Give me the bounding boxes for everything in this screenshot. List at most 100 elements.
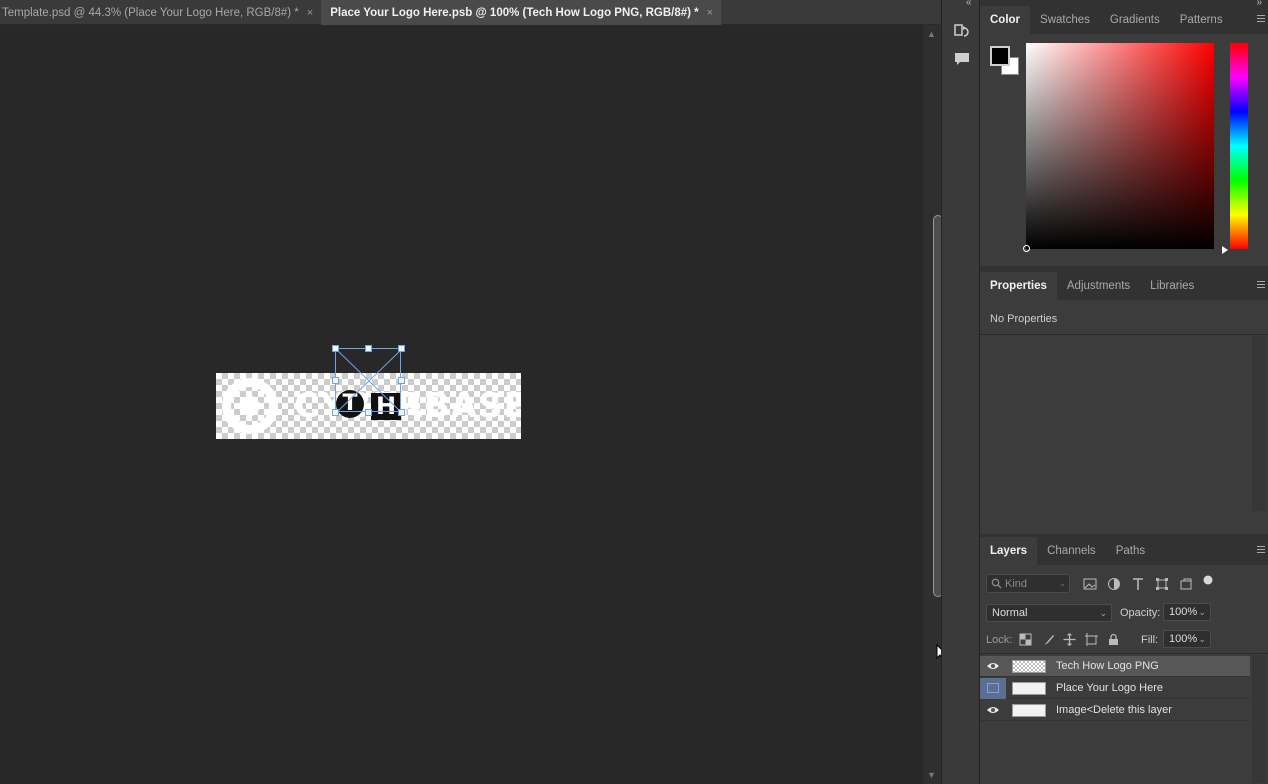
visibility-off-icon	[987, 683, 999, 693]
transform-handle-left[interactable]	[332, 377, 339, 384]
color-picker-field[interactable]	[1023, 43, 1214, 252]
opacity-value: 100%	[1169, 606, 1198, 618]
transform-handle-bottom-right[interactable]	[398, 409, 405, 416]
layers-scrollbar[interactable]	[1252, 655, 1266, 783]
tab-paths[interactable]: Paths	[1106, 537, 1155, 565]
lock-all-icon[interactable]	[1107, 633, 1120, 646]
foreground-color-swatch[interactable]	[990, 46, 1010, 66]
layer-filter-kind-select[interactable]: Kind ⌄	[986, 574, 1070, 593]
chevron-down-icon[interactable]: ⌄	[1198, 634, 1206, 645]
ghost-logo-text: CYBERBASE	[294, 386, 521, 426]
eye-icon	[987, 663, 999, 669]
properties-scrollbar[interactable]	[1252, 336, 1266, 511]
eye-icon	[987, 707, 999, 713]
history-icon[interactable]	[951, 20, 973, 42]
tab-label: Template.psd @ 44.3% (Place Your Logo He…	[2, 6, 299, 19]
shape-layer-filter-icon[interactable]	[1155, 577, 1169, 591]
lock-artboard-icon[interactable]	[1085, 633, 1098, 646]
transform-bounding-box[interactable]	[332, 345, 405, 416]
tab-gradients[interactable]: Gradients	[1100, 6, 1170, 34]
layers-panel-tabs: Layers Channels Paths	[980, 537, 1268, 565]
tab-label: Place Your Logo Here.psb @ 100% (Tech Ho…	[330, 6, 699, 19]
close-icon[interactable]: ×	[307, 7, 313, 19]
tab-channels[interactable]: Channels	[1037, 537, 1106, 565]
blend-mode-value: Normal	[992, 607, 1028, 619]
transform-handle-top-right[interactable]	[398, 345, 405, 352]
type-layer-filter-icon[interactable]	[1131, 577, 1145, 591]
smart-object-filter-icon[interactable]	[1179, 577, 1193, 591]
layer-name: Place Your Logo Here	[1056, 682, 1164, 694]
transform-handle-right[interactable]	[398, 377, 405, 384]
layer-visibility-toggle[interactable]	[980, 700, 1006, 721]
tab-swatches[interactable]: Swatches	[1030, 6, 1100, 34]
opacity-label: Opacity:	[1120, 607, 1161, 619]
fill-input[interactable]: 100% ⌄	[1163, 630, 1211, 648]
document-tab-bar: Template.psd @ 44.3% (Place Your Logo He…	[0, 0, 942, 25]
comments-icon[interactable]	[951, 48, 973, 70]
lock-position-icon[interactable]	[1063, 633, 1076, 646]
tab-template-psd[interactable]: Template.psd @ 44.3% (Place Your Logo He…	[0, 0, 321, 25]
layer-thumbnail	[1012, 681, 1046, 695]
panel-menu-icon[interactable]	[1257, 15, 1265, 23]
tab-layers[interactable]: Layers	[980, 537, 1038, 565]
search-icon	[991, 578, 1002, 589]
chevron-down-icon: ⌄	[1059, 579, 1066, 588]
divider	[980, 334, 1268, 335]
transform-handle-top-left[interactable]	[332, 345, 339, 352]
transform-handle-top[interactable]	[365, 345, 372, 352]
canvas-vertical-scrollbar[interactable]: ▲ ▼	[923, 25, 943, 784]
layer-name: Image<Delete this layer	[1056, 704, 1172, 716]
filter-kind-label: Kind	[1005, 577, 1028, 590]
layer-name: Tech How Logo PNG	[1056, 660, 1159, 672]
transform-handle-bottom[interactable]	[365, 409, 372, 416]
lock-label: Lock:	[986, 634, 1013, 646]
opacity-input[interactable]: 100% ⌄	[1163, 603, 1211, 621]
tab-adjustments[interactable]: Adjustments	[1057, 272, 1140, 300]
close-icon[interactable]: ×	[707, 7, 713, 19]
layer-row-place-your-logo-here[interactable]: Place Your Logo Here	[980, 677, 1250, 699]
divider	[980, 653, 1268, 654]
layers-panel: Layers Channels Paths Kind ⌄ Normal ⌄ Op…	[980, 537, 1268, 784]
lock-transparent-pixels-icon[interactable]	[1019, 633, 1032, 646]
collapse-left-icon[interactable]: «	[966, 0, 972, 8]
properties-panel-tabs: Properties Adjustments Libraries	[980, 272, 1268, 300]
chevron-down-icon[interactable]: ⌄	[1198, 607, 1206, 618]
pixel-layer-filter-icon[interactable]	[1083, 577, 1097, 591]
filter-toggle-icon[interactable]	[1201, 574, 1215, 588]
transform-diagonals	[336, 349, 402, 413]
transform-handle-bottom-left[interactable]	[332, 409, 339, 416]
layer-row-tech-how-logo[interactable]: Tech How Logo PNG	[980, 656, 1250, 677]
foreground-background-swatches[interactable]	[990, 46, 1020, 76]
layer-thumbnail	[1012, 659, 1046, 673]
color-panel-tabs: Color Swatches Gradients Patterns	[980, 6, 1268, 34]
right-panel-column: » Color Swatches Gradients Patterns Prop…	[980, 0, 1268, 784]
color-picker-marker[interactable]	[1023, 245, 1030, 252]
panel-menu-icon[interactable]	[1257, 546, 1265, 554]
panel-dock-strip: «	[941, 0, 980, 784]
no-properties-text: No Properties	[990, 313, 1058, 325]
layer-row-image-delete-this-layer[interactable]: Image<Delete this layer	[980, 700, 1250, 721]
lock-image-pixels-icon[interactable]	[1042, 633, 1055, 646]
hue-slider-marker[interactable]	[1222, 246, 1228, 254]
tab-patterns[interactable]: Patterns	[1170, 6, 1233, 34]
layer-thumbnail	[1012, 703, 1046, 717]
panel-menu-icon[interactable]	[1257, 281, 1265, 289]
adjustment-layer-filter-icon[interactable]	[1107, 577, 1121, 591]
layer-visibility-toggle[interactable]	[980, 677, 1006, 699]
color-panel: Color Swatches Gradients Patterns	[980, 6, 1268, 266]
blend-mode-select[interactable]: Normal ⌄	[986, 604, 1112, 622]
properties-panel: Properties Adjustments Libraries No Prop…	[980, 272, 1268, 534]
tab-libraries[interactable]: Libraries	[1140, 272, 1204, 300]
tab-place-your-logo-psb[interactable]: Place Your Logo Here.psb @ 100% (Tech Ho…	[321, 0, 722, 25]
tab-properties[interactable]: Properties	[980, 272, 1057, 300]
scroll-up-icon[interactable]: ▲	[927, 29, 936, 39]
layer-visibility-toggle[interactable]	[980, 656, 1006, 677]
ghost-logo-mark	[222, 378, 278, 434]
tab-color[interactable]: Color	[980, 6, 1031, 34]
scroll-down-icon[interactable]: ▼	[927, 770, 936, 780]
hue-slider[interactable]	[1230, 43, 1248, 249]
chevron-down-icon: ⌄	[1099, 608, 1107, 618]
fill-label: Fill:	[1141, 634, 1159, 646]
canvas-area[interactable]: CYBERBASE T H	[0, 25, 923, 784]
fill-value: 100%	[1169, 633, 1198, 645]
